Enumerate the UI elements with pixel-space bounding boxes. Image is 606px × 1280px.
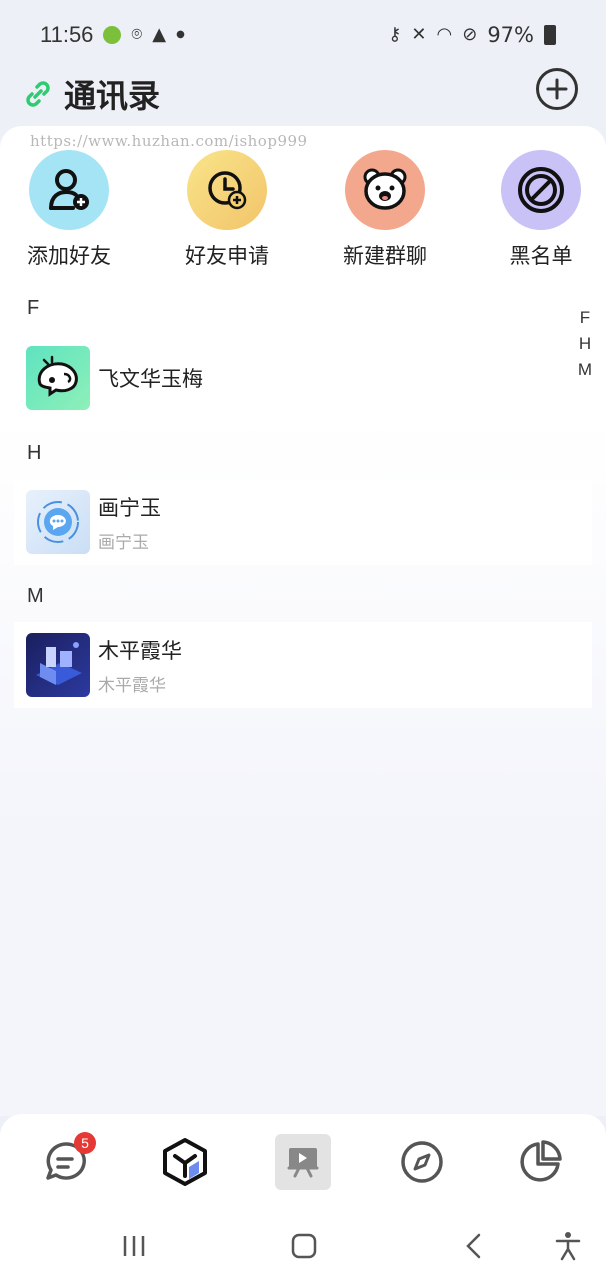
- plus-icon: [546, 78, 568, 100]
- friend-request-action[interactable]: 好友申请: [167, 150, 287, 270]
- home-button[interactable]: [284, 1228, 324, 1264]
- index-letter-m[interactable]: M: [578, 360, 592, 380]
- contact-subtitle: 木平霞华: [98, 675, 166, 696]
- contacts-panel: [0, 126, 606, 1116]
- accessibility-icon: [555, 1232, 581, 1261]
- avatar: [26, 346, 90, 410]
- section-header-f: F: [27, 297, 40, 319]
- watermark: https://www.huzhan.com/ishop999: [30, 132, 308, 150]
- section-header-h: H: [27, 442, 42, 464]
- battery-text: 97%: [487, 23, 534, 47]
- cube-icon: [163, 1138, 207, 1186]
- header: 通讯录: [0, 62, 606, 126]
- link-icon: [26, 81, 50, 107]
- contact-name: 飞文华玉梅: [98, 367, 203, 391]
- add-friend-label: 添加好友: [27, 244, 111, 268]
- contact-row[interactable]: 画宁玉 画宁玉: [14, 479, 592, 565]
- key-icon: ⚷: [388, 24, 402, 45]
- wifi-icon: ◠: [436, 24, 453, 45]
- pie-chart-icon: [520, 1140, 562, 1182]
- avatar: [26, 490, 90, 554]
- new-group-action[interactable]: 新建群聊: [325, 150, 445, 270]
- do-not-disturb-icon: ⊘: [462, 24, 478, 45]
- status-bar: 11:56 ⌾ ▲ ● ⚷ ✕ ◠ ⊘ 97%: [0, 0, 606, 70]
- contact-row[interactable]: 木平霞华 木平霞华: [14, 622, 592, 708]
- blacklist-label: 黑名单: [509, 244, 573, 268]
- add-button[interactable]: [536, 68, 578, 110]
- blacklist-action[interactable]: 黑名单: [481, 150, 601, 270]
- avatar: [26, 633, 90, 697]
- back-button[interactable]: [454, 1228, 494, 1264]
- accessibility-button[interactable]: [548, 1228, 588, 1264]
- status-time: 11:56: [40, 22, 94, 47]
- nav-messages[interactable]: 5: [38, 1132, 96, 1190]
- page-title: 通讯录: [64, 77, 161, 115]
- mute-icon: ✕: [411, 24, 427, 45]
- android-icon: [103, 26, 122, 44]
- bottom-nav: 5: [0, 1114, 606, 1210]
- contact-name: 画宁玉: [98, 495, 161, 520]
- add-user-icon: [29, 150, 109, 230]
- back-icon: [466, 1233, 481, 1259]
- system-nav: [0, 1210, 606, 1280]
- nav-contacts[interactable]: [157, 1134, 213, 1190]
- add-friend-action[interactable]: 添加好友: [9, 150, 129, 270]
- recents-button[interactable]: [114, 1228, 154, 1264]
- section-header-m: M: [27, 585, 44, 607]
- unread-badge: 5: [74, 1132, 96, 1154]
- recents-icon: [123, 1236, 145, 1256]
- clock-plus-icon: [187, 150, 267, 230]
- location-icon: ⌾: [131, 24, 143, 45]
- index-letter-f[interactable]: F: [580, 308, 590, 328]
- home-icon: [291, 1233, 317, 1259]
- block-icon: [501, 150, 581, 230]
- nav-stats[interactable]: [512, 1134, 568, 1190]
- contact-row[interactable]: 飞文华玉梅: [14, 335, 592, 421]
- quick-actions: 添加好友 好友申请 新建群聊 黑名单: [0, 150, 606, 270]
- friend-request-label: 好友申请: [185, 244, 269, 268]
- dot-icon: ●: [176, 29, 185, 40]
- index-bar[interactable]: F H M: [578, 308, 592, 380]
- video-board-icon: [287, 1148, 319, 1178]
- group-face-icon: [345, 150, 425, 230]
- contact-name: 木平霞华: [98, 638, 182, 663]
- contact-subtitle: 画宁玉: [98, 532, 149, 553]
- nav-video[interactable]: [275, 1134, 331, 1190]
- compass-icon: [401, 1141, 443, 1183]
- index-letter-h[interactable]: H: [579, 334, 591, 354]
- battery-icon: [544, 25, 556, 45]
- new-group-label: 新建群聊: [343, 244, 427, 268]
- warning-icon: ▲: [152, 24, 167, 45]
- nav-discover[interactable]: [394, 1134, 450, 1190]
